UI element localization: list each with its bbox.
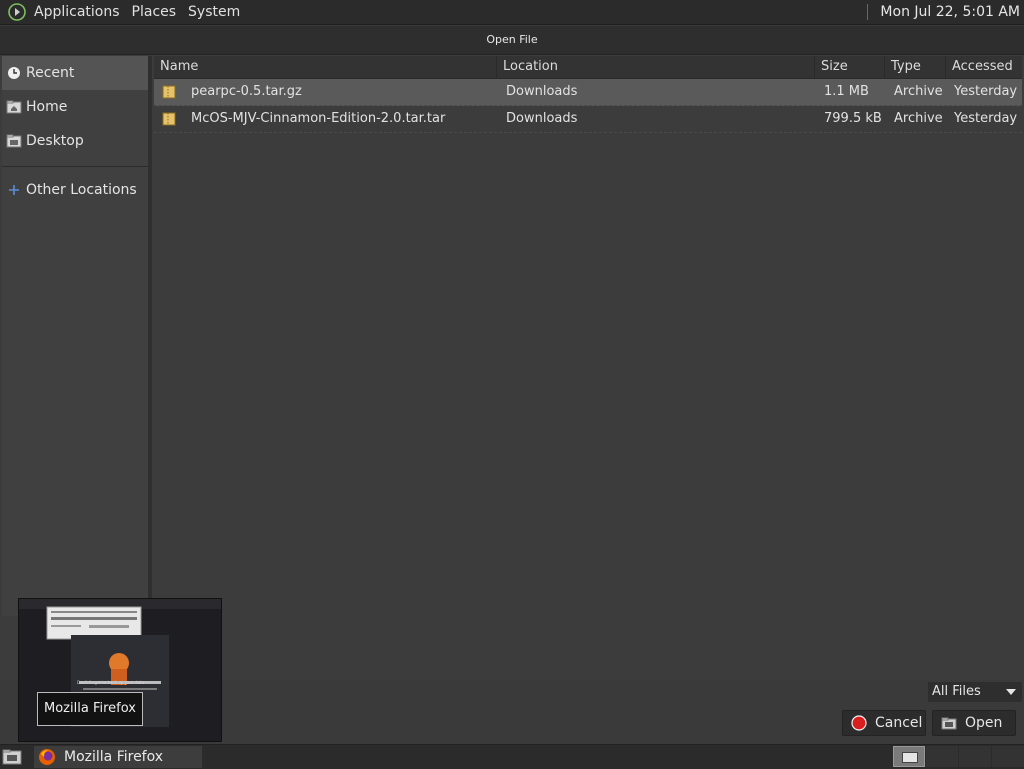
open-folder-icon [941,717,957,730]
file-row[interactable]: pearpc-0.5.tar.gz Downloads 1.1 MB Archi… [154,79,1022,106]
cancel-icon [851,715,867,731]
applications-icon[interactable] [8,3,26,21]
workspace-3[interactable] [959,746,991,767]
file-accessed: Yesterday [954,111,1018,126]
clock[interactable]: Mon Jul 22, 5:01 AM [880,4,1024,20]
sidebar-item-recent[interactable]: Recent [2,56,148,90]
panel-separator [867,4,869,20]
clock-area: Mon Jul 22, 5:01 AM [867,0,1024,24]
archive-icon [162,85,176,99]
file-size: 1.1 MB [824,84,869,99]
file-type: Archive [894,111,943,126]
file-location: Downloads [506,111,578,126]
sidebar-item-desktop[interactable]: Desktop [2,124,148,158]
column-header-row: Name Location Size Type Accessed [154,56,1022,79]
file-name-cell: McOS-MJV-Cinnamon-Edition-2.0.tar.tar [154,106,497,132]
column-header-size[interactable]: Size [815,56,885,78]
sidebar-item-other-locations[interactable]: Other Locations [2,173,148,207]
plus-icon [9,185,19,195]
column-header-accessed[interactable]: Accessed [946,56,1022,78]
file-name: pearpc-0.5.tar.gz [191,84,302,99]
workspace-4[interactable] [992,746,1024,767]
top-panel: Applications Places System Mon Jul 22, 5… [0,0,1024,25]
archive-icon [162,112,176,126]
column-header-location[interactable]: Location [497,56,815,78]
file-row[interactable]: McOS-MJV-Cinnamon-Edition-2.0.tar.tar Do… [154,106,1022,133]
file-type: Archive [894,84,943,99]
recent-icon [7,66,21,80]
menu-applications[interactable]: Applications [28,0,126,24]
open-button-label: Open [965,715,1003,731]
open-button[interactable]: Open [932,710,1016,736]
file-type-filter[interactable]: All Files [928,682,1022,702]
file-name-cell: pearpc-0.5.tar.gz [154,79,497,105]
cancel-button[interactable]: Cancel [842,710,926,736]
workspace-1[interactable] [893,746,925,767]
dialog-title[interactable]: Open File [0,26,1024,55]
panel-menu: Applications Places System [0,0,246,24]
taskbar-item-firefox[interactable]: Mozilla Firefox [34,746,202,768]
menu-places[interactable]: Places [126,0,183,24]
sidebar-item-label: Other Locations [26,182,137,198]
desktop-folder-icon [6,134,22,148]
taskbar-tooltip: Mozilla Firefox [37,692,143,726]
menu-system[interactable]: System [182,0,246,24]
sidebar-item-label: Home [26,99,68,115]
file-list: Name Location Size Type Accessed pearpc-… [154,56,1022,676]
places-sidebar: Recent Home Desktop Other Locations [2,56,152,616]
filter-selected-value: All Files [932,684,981,699]
file-size: 799.5 kB [824,111,882,126]
preview-caption: Don't forget to back up your data [77,680,144,685]
file-location: Downloads [506,84,578,99]
column-header-name[interactable]: Name [154,56,497,78]
file-accessed: Yesterday [954,84,1018,99]
taskbar-item-label: Mozilla Firefox [64,749,164,765]
file-name: McOS-MJV-Cinnamon-Edition-2.0.tar.tar [191,111,446,126]
home-folder-icon [6,100,22,114]
sidebar-item-label: Recent [26,65,75,81]
workspace-window-icon [902,752,918,763]
cancel-button-label: Cancel [875,715,923,731]
column-header-type[interactable]: Type [885,56,946,78]
chevron-down-icon [1006,689,1016,695]
sidebar-item-home[interactable]: Home [2,90,148,124]
show-desktop-icon[interactable] [2,747,22,767]
firefox-icon [39,749,55,765]
workspace-2[interactable] [926,746,958,767]
sidebar-item-label: Desktop [26,133,84,149]
sidebar-separator [2,166,148,167]
bottom-taskbar: Mozilla Firefox [0,744,1024,769]
